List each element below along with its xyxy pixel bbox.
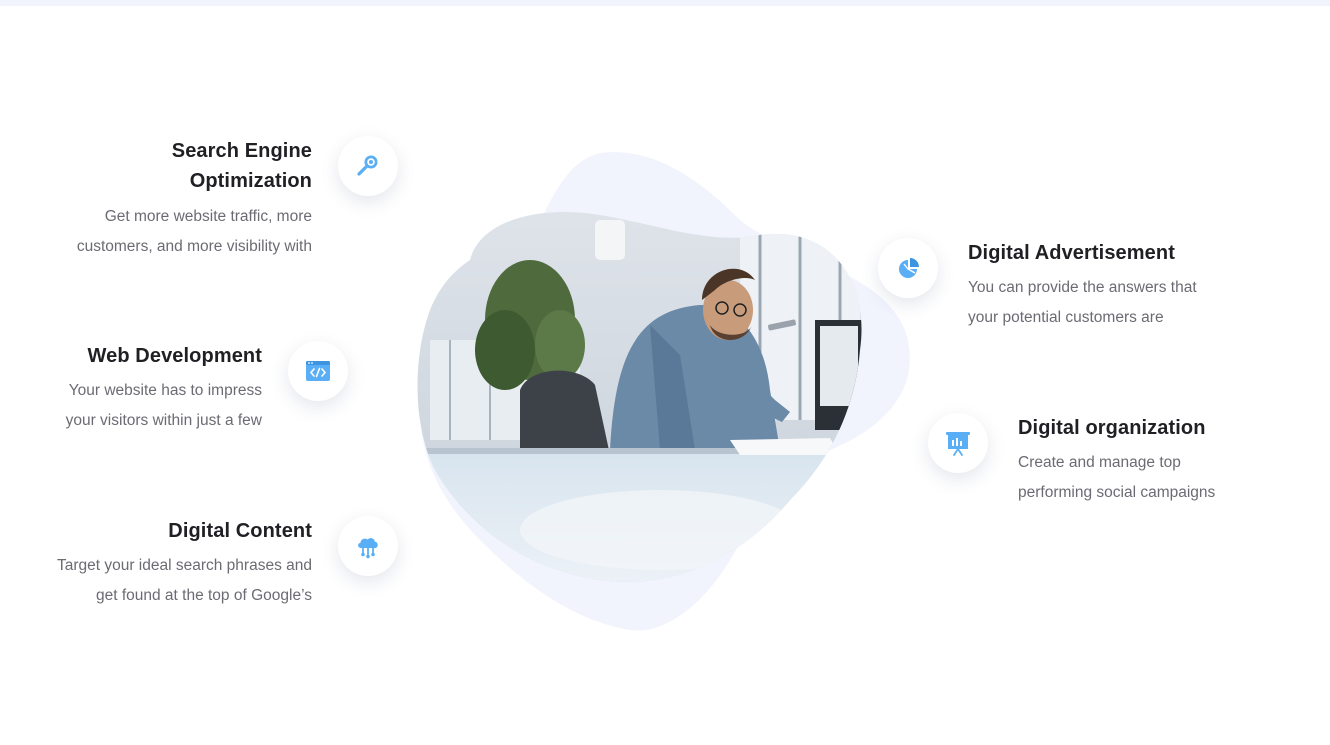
web-icon-badge (288, 341, 348, 401)
man-at-desk-photo (417, 152, 910, 631)
feature-content: Digital Content Target your ideal search… (20, 516, 312, 611)
feature-content-desc: Target your ideal search phrases and get… (20, 551, 312, 611)
feature-seo-desc-line2: customers, and more visibility with (76, 238, 312, 255)
feature-org-title: Digital organization (1018, 417, 1206, 439)
top-strip (0, 0, 1330, 6)
feature-org-desc: Create and manage top performing social … (1018, 448, 1308, 508)
feature-ads-desc-line1: You can provide the answers that (968, 279, 1197, 296)
feature-ads-desc: You can provide the answers that your po… (968, 273, 1268, 333)
feature-seo-title: Search Engine Optimization (40, 136, 312, 196)
feature-seo-desc-line1: Get more website traffic, more (104, 208, 312, 225)
feature-content-desc-line1: Target your ideal search phrases and (56, 557, 312, 574)
ads-icon-badge (878, 238, 938, 298)
feature-org: Digital organization Create and manage t… (1018, 413, 1308, 508)
content-icon-badge (338, 516, 398, 576)
feature-content-desc-line2: get found at the top of Google’s (95, 587, 312, 604)
feature-seo-desc: Get more website traffic, more customers… (40, 202, 312, 262)
code-window-icon (306, 361, 330, 381)
feature-content-title: Digital Content (168, 520, 312, 542)
feature-ads-desc-line2: your potential customers are (968, 309, 1164, 326)
hero-image (410, 150, 910, 635)
cloud-network-icon (358, 538, 378, 559)
feature-web-desc-line2: your visitors within just a few (65, 412, 262, 429)
presentation-board-icon (946, 432, 970, 456)
feature-seo-title-line2: Optimization (189, 170, 312, 192)
feature-seo-title-line1: Search Engine (171, 140, 312, 162)
seo-icon-badge (338, 136, 398, 196)
feature-org-desc-line1: Create and manage top (1018, 454, 1181, 471)
pie-chart-icon (899, 258, 919, 278)
feature-seo: Search Engine Optimization Get more webs… (40, 136, 312, 262)
feature-web: Web Development Your website has to impr… (20, 341, 262, 436)
magnifier-icon (357, 155, 378, 176)
feature-web-desc: Your website has to impress your visitor… (20, 376, 262, 436)
feature-ads-title: Digital Advertisement (968, 242, 1175, 264)
feature-org-desc-line2: performing social campaigns (1018, 484, 1216, 501)
feature-web-desc-line1: Your website has to impress (68, 382, 262, 399)
feature-web-title: Web Development (87, 345, 262, 367)
org-icon-badge (928, 413, 988, 473)
feature-ads: Digital Advertisement You can provide th… (968, 238, 1268, 333)
